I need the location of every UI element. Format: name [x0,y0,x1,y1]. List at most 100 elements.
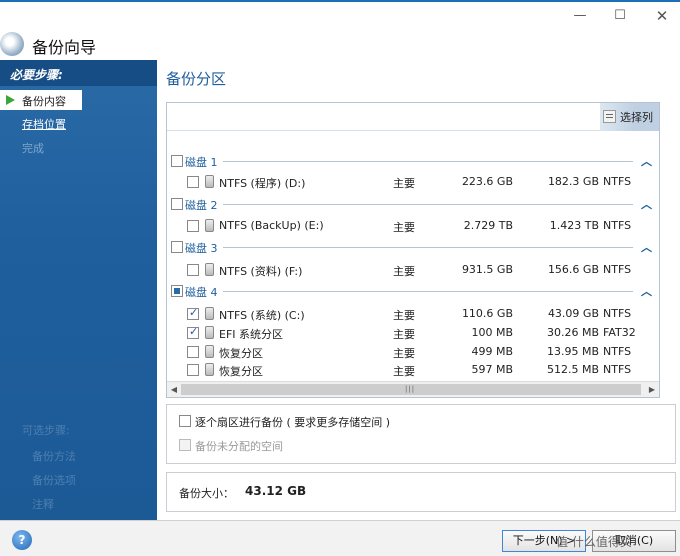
partition-type: 主要 [393,221,415,234]
scroll-left-icon[interactable]: ◀ [169,384,179,395]
partition-checkbox[interactable] [187,364,199,376]
partition-checkbox[interactable] [187,325,199,339]
sidebar-item-label: 备份内容 [22,95,66,108]
disk-label: 磁盘 2 [185,199,218,212]
drive-icon [205,263,214,276]
divider [223,291,633,292]
help-icon[interactable]: ? [12,530,32,550]
partition-name: NTFS (BackUp) (E:) [219,219,324,232]
title-bar: — ☐ ✕ [0,2,680,30]
partition-checkbox[interactable] [187,176,199,188]
close-icon[interactable]: ✕ [650,6,674,26]
table-row[interactable]: NTFS (程序) (D:) 主要 223.6 GB 182.3 GB NTFS [167,173,659,191]
backup-size-value: 43.12 GB [245,484,307,498]
drive-icon [205,175,214,188]
scrollbar-thumb[interactable]: ||| [181,384,641,395]
partition-total: 597 MB [471,363,513,376]
divider [223,161,633,162]
app-logo-icon [0,32,24,56]
table-row[interactable]: 恢复分区 主要 499 MB 13.95 MB NTFS [167,343,659,361]
partition-fs: NTFS [603,175,632,188]
backup-wizard-window: — ☐ ✕ 备份向导 必要步骤: 备份内容 存档位置 完成 可选步骤: 备份方法… [0,0,680,556]
partition-type: 主要 [393,309,415,322]
select-columns-label: 选择列 [620,111,653,124]
partition-checkbox[interactable] [187,346,199,358]
disk-row: 磁盘 2 ︿ [167,194,659,214]
partition-name: NTFS (程序) (D:) [219,177,306,190]
partition-free: 30.26 MB [546,326,599,339]
watermark: 值 什么值得买 [556,535,632,549]
table-row[interactable]: NTFS (BackUp) (E:) 主要 2.729 TB 1.423 TB … [167,217,659,235]
window-title: 备份向导 [32,38,97,57]
partition-rows: 磁盘 1 ︿ NTFS (程序) (D:) 主要 223.6 GB 182.3 … [167,131,659,379]
drive-icon [205,219,214,232]
partition-checkbox[interactable] [187,306,199,320]
partition-fs: NTFS [603,345,632,358]
partition-fs: FAT32 [603,326,636,339]
grip-icon: ||| [405,385,416,393]
disk-checkbox[interactable] [171,241,183,253]
backup-size-label: 备份大小： [179,487,234,500]
disk-row: 磁盘 1 ︿ [167,151,659,171]
partition-table: 选择列 磁盘 1 ︿ NTFS (程序) (D:) 主要 223.6 GB 18… [166,102,660,398]
required-steps-heading: 必要步骤: [0,60,157,86]
partition-type: 主要 [393,265,415,278]
disk-checkbox[interactable] [171,155,183,167]
disk-checkbox[interactable] [171,198,183,210]
partition-total: 110.6 GB [461,307,513,320]
partition-total: 2.729 TB [463,219,513,232]
drive-icon [205,345,214,358]
collapse-icon[interactable]: ︿ [641,196,652,212]
table-row[interactable]: EFI 系统分区 主要 100 MB 30.26 MB FAT32 [167,324,659,342]
collapse-icon[interactable]: ︿ [641,283,652,299]
backup-unallocated-checkbox [179,439,191,451]
partition-name: NTFS (系统) (C:) [219,309,305,322]
partition-free: 13.95 MB [546,345,599,358]
partition-total: 100 MB [471,326,513,339]
partition-name: EFI 系统分区 [219,328,284,341]
maximize-icon[interactable]: ☐ [608,6,632,26]
partition-name: NTFS (资料) (F:) [219,265,303,278]
collapse-icon[interactable]: ︿ [641,153,652,169]
partition-type: 主要 [393,177,415,190]
partition-type: 主要 [393,365,415,378]
partition-total: 223.6 GB [461,175,513,188]
sidebar-item-archive-location[interactable]: 存档位置 [22,116,66,132]
select-columns-button[interactable]: 选择列 [600,103,659,131]
collapse-icon[interactable]: ︿ [641,239,652,255]
divider [223,204,633,205]
table-row[interactable]: NTFS (资料) (F:) 主要 931.5 GB 156.6 GB NTFS [167,261,659,279]
partition-checkbox[interactable] [187,264,199,276]
disk-label: 磁盘 3 [185,242,218,255]
drive-icon [205,307,214,320]
partition-fs: NTFS [603,219,632,232]
partition-free: 512.5 MB [546,363,599,376]
columns-icon [603,110,616,123]
sidebar-item-comments: 注释 [32,498,54,511]
partition-type: 主要 [393,347,415,360]
optional-steps-heading: 可选步骤: [22,424,70,437]
current-step-arrow-icon [6,95,15,105]
partition-free: 1.423 TB [549,219,599,232]
sector-by-sector-checkbox[interactable] [179,415,191,427]
section-title: 备份分区 [166,70,227,88]
drive-icon [205,326,214,339]
table-row[interactable]: NTFS (系统) (C:) 主要 110.6 GB 43.09 GB NTFS [167,305,659,323]
disk-checkbox[interactable] [171,285,183,297]
sidebar-item-backup-options: 备份选项 [32,474,76,487]
table-toolbar: 选择列 [167,103,659,131]
sector-by-sector-label: 逐个扇区进行备份 ( 要求更多存储空间 ) [195,416,391,429]
scroll-right-icon[interactable]: ▶ [647,384,657,395]
partition-checkbox[interactable] [187,220,199,232]
backup-size-panel: 备份大小： 43.12 GB [166,472,676,512]
sidebar-item-backup-content[interactable]: 备份内容 [0,90,82,110]
table-row[interactable]: 恢复分区 主要 597 MB 512.5 MB NTFS [167,361,659,379]
divider [223,247,633,248]
backup-unallocated-label: 备份未分配的空间 [195,440,283,453]
sidebar-item-finish: 完成 [22,142,44,155]
minimize-icon[interactable]: — [568,6,592,26]
horizontal-scrollbar[interactable]: ◀ ||| ▶ [167,381,659,397]
partition-fs: NTFS [603,363,632,376]
partition-free: 43.09 GB [547,307,599,320]
disk-label: 磁盘 1 [185,156,218,169]
